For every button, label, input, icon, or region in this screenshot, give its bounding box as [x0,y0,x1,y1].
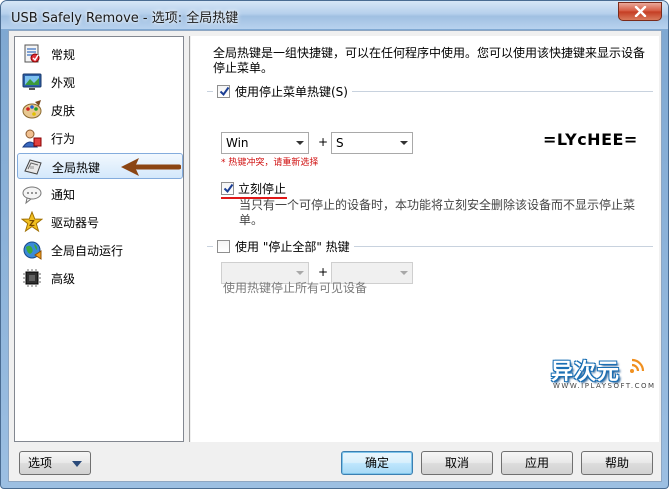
stop-menu-key-select[interactable]: S [331,132,413,154]
title-bar[interactable]: USB Safely Remove - 选项: 全局热键 [1,1,668,29]
skin-palette-icon [22,100,42,119]
plus-sign: + [318,265,329,279]
nav-item-label: 高级 [51,272,76,286]
notification-cloud-icon [22,186,42,205]
nav-item-label: 全局自动运行 [51,244,124,258]
stop-all-hotkey-label[interactable]: 使用 "停止全部" 热键 [235,238,350,255]
modifier-value: Win [226,136,249,150]
nav-item-label: 通知 [51,188,76,202]
nav-item-label: 行为 [51,132,76,146]
advanced-chip-icon [23,269,41,287]
nav-item-skin[interactable]: 皮肤 [17,97,183,123]
hotkeys-description: 全局热键是一组快捷键，可以在任何程序中使用。您可以使用该快捷键来显示设备停止菜单… [213,46,646,75]
apply-button[interactable]: 应用 [501,451,573,475]
checkmark-icon [219,86,230,96]
help-button-label: 帮助 [604,456,629,470]
dialog-body: 常规 外观 皮肤 行为 全局热键 通知 Z 驱动器号 全局自动运行 高级 全局热… [8,30,662,482]
cancel-button-label: 取消 [444,456,469,470]
app-window: USB Safely Remove - 选项: 全局热键 常规 外观 皮肤 行为… [0,0,669,489]
close-icon [634,6,647,17]
plus-sign: + [318,135,329,149]
instant-stop-option[interactable]: 立刻停止 [221,180,286,196]
stop-menu-modifier-select[interactable]: Win [221,132,309,154]
svg-text:Z: Z [29,219,35,228]
nav-item-label: 外观 [51,76,76,90]
chevron-down-icon [400,141,408,145]
apply-button-label: 应用 [524,456,549,470]
general-settings-icon [24,44,40,63]
hotkey-keyboard-icon [24,159,42,175]
options-nav: 常规 外观 皮肤 行为 全局热键 通知 Z 驱动器号 全局自动运行 高级 [14,36,184,442]
ok-button-label: 确定 [364,456,389,470]
nav-item-label: 驱动器号 [51,216,100,230]
stop-all-hotkey-checkbox[interactable] [217,239,230,253]
iplaysoft-watermark: 异次元 WWW.IPLAYSOFT.COM [551,354,654,394]
nav-item-appearance[interactable]: 外观 [17,69,183,95]
chevron-down-icon [296,271,304,275]
nav-item-label: 全局热键 [52,161,101,175]
nav-item-behavior[interactable]: 行为 [17,125,183,151]
stop-menu-hotkey-label[interactable]: 使用停止菜单热键(S) [235,83,348,100]
instant-stop-label[interactable]: 立刻停止 [238,180,286,197]
options-button-label: 选项 [28,456,53,470]
stop-all-hotkey-group: 使用 "停止全部" 热键 [207,238,657,254]
stop-all-hint: 使用热键停止所有可见设备 [223,281,368,295]
window-title: USB Safely Remove - 选项: 全局热键 [11,11,239,26]
nav-item-general[interactable]: 常规 [17,41,183,67]
hotkeys-panel: 全局热键是一组快捷键，可以在任何程序中使用。您可以使用该快捷键来显示设备停止菜单… [191,36,659,442]
nav-item-drive-letters[interactable]: Z 驱动器号 [17,209,183,235]
stop-menu-hotkey-checkbox[interactable] [217,84,230,98]
close-button[interactable] [618,2,662,21]
appearance-icon [22,73,42,90]
nav-item-advanced[interactable]: 高级 [17,265,183,291]
wifi-signal-icon [630,358,645,373]
nav-item-label: 皮肤 [51,104,76,118]
stop-menu-hotkey-group: 使用停止菜单热键(S) [207,83,657,99]
nav-item-global-autorun[interactable]: 全局自动运行 [17,237,183,263]
ok-button[interactable]: 确定 [341,451,413,475]
nav-item-label: 常规 [51,48,76,62]
key-value: S [336,136,344,150]
pane-divider [189,36,190,442]
cancel-button[interactable]: 取消 [421,451,493,475]
drive-letter-star-icon: Z [21,211,43,233]
hotkey-conflict-error: * 热键冲突，请重新选择 [221,158,319,168]
autorun-globe-icon [23,241,42,260]
chevron-down-icon [400,271,408,275]
nav-item-notifications[interactable]: 通知 [17,181,183,207]
behavior-user-icon [22,129,42,148]
options-menu-button[interactable]: 选项 [19,451,91,475]
annotation-arrow-icon [121,158,181,176]
instant-stop-checkbox[interactable] [221,181,234,195]
checkmark-icon [223,183,234,193]
watermark-en: WWW.IPLAYSOFT.COM [553,382,656,390]
help-button[interactable]: 帮助 [581,451,653,475]
chevron-down-icon [296,141,304,145]
brand-signature: =LYcHEE= [543,130,638,149]
chevron-down-icon [72,461,82,467]
instant-stop-description: 当只有一个可停止的设备时，本功能将立刻安全删除该设备而不显示停止菜单。 [239,198,636,227]
